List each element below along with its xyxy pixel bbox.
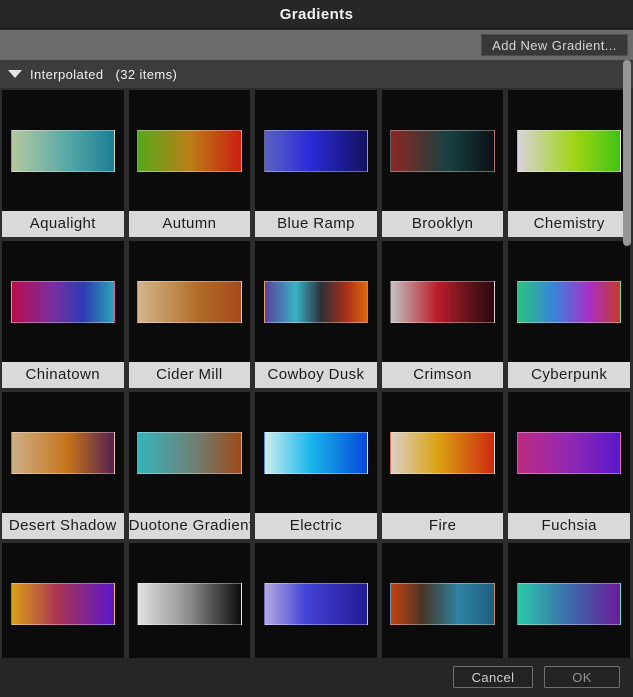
gradient-label: Duotone Gradient <box>129 513 251 539</box>
gradient-cell[interactable]: Cider Mill <box>129 241 251 388</box>
gradient-label: Aqualight <box>2 211 124 237</box>
gradient-swatch[interactable] <box>517 130 622 172</box>
vertical-scrollbar-thumb[interactable] <box>623 60 631 246</box>
gradient-cell[interactable]: Aqualight <box>2 90 124 237</box>
gradient-swatch[interactable] <box>11 281 116 323</box>
gradient-label: Fire <box>382 513 504 539</box>
gradient-cell[interactable]: Autumn <box>129 90 251 237</box>
add-new-gradient-button[interactable]: Add New Gradient... <box>481 34 628 56</box>
gradient-swatch[interactable] <box>264 130 369 172</box>
gradient-swatch[interactable] <box>11 130 116 172</box>
gradient-cell[interactable] <box>255 543 377 658</box>
gradient-label: Desert Shadow <box>2 513 124 539</box>
gradient-cell[interactable]: Brooklyn <box>382 90 504 237</box>
gradient-cell[interactable]: Fuchsia <box>508 392 630 539</box>
gradient-swatch[interactable] <box>137 583 242 625</box>
gradient-cell[interactable] <box>129 543 251 658</box>
gradient-cell[interactable]: Chinatown <box>2 241 124 388</box>
gradient-swatch[interactable] <box>11 432 116 474</box>
gradient-cell[interactable]: Cyberpunk <box>508 241 630 388</box>
gradient-cell[interactable]: Electric <box>255 392 377 539</box>
gradient-cell[interactable]: Chemistry <box>508 90 630 237</box>
gradient-label: Electric <box>255 513 377 539</box>
section-header-interpolated[interactable]: Interpolated (32 items) <box>0 60 633 88</box>
gradient-cell[interactable]: Desert Shadow <box>2 392 124 539</box>
gradients-dialog: Gradients Add New Gradient... Interpolat… <box>0 0 633 697</box>
gradient-label: Fuchsia <box>508 513 630 539</box>
gradient-cell[interactable] <box>508 543 630 658</box>
gradient-cell[interactable] <box>382 543 504 658</box>
cancel-label: Cancel <box>472 670 515 685</box>
gradient-label: Crimson <box>382 362 504 388</box>
gradient-swatch[interactable] <box>390 281 495 323</box>
gradient-cell[interactable]: Fire <box>382 392 504 539</box>
gradient-swatch[interactable] <box>390 583 495 625</box>
ok-button[interactable]: OK <box>544 666 620 688</box>
section-title: Interpolated <box>30 67 103 82</box>
gradient-label: Autumn <box>129 211 251 237</box>
gradient-swatch[interactable] <box>264 583 369 625</box>
disclosure-triangle-icon[interactable] <box>8 70 22 78</box>
add-new-gradient-label: Add New Gradient... <box>492 38 617 53</box>
gradient-swatch[interactable] <box>517 281 622 323</box>
gradient-swatch[interactable] <box>137 281 242 323</box>
gradient-swatch[interactable] <box>11 583 116 625</box>
gradient-label: Cowboy Dusk <box>255 362 377 388</box>
dialog-titlebar: Gradients <box>0 0 633 29</box>
gradient-label: Cider Mill <box>129 362 251 388</box>
gradient-label: Chinatown <box>2 362 124 388</box>
gradient-cell[interactable]: Duotone Gradient <box>129 392 251 539</box>
dialog-footer: Cancel OK <box>0 658 633 697</box>
gradient-swatch[interactable] <box>517 583 622 625</box>
cancel-button[interactable]: Cancel <box>453 666 533 688</box>
gradient-swatch[interactable] <box>264 432 369 474</box>
gradient-label: Chemistry <box>508 211 630 237</box>
gradient-label: Cyberpunk <box>508 362 630 388</box>
section-item-count: (32 items) <box>115 67 177 82</box>
gradient-cell[interactable]: Crimson <box>382 241 504 388</box>
gradient-swatch[interactable] <box>137 432 242 474</box>
gradient-cell[interactable] <box>2 543 124 658</box>
gradient-swatch[interactable] <box>137 130 242 172</box>
gradient-cell[interactable]: Cowboy Dusk <box>255 241 377 388</box>
gradient-swatch[interactable] <box>390 130 495 172</box>
gradient-swatch[interactable] <box>390 432 495 474</box>
toolbar: Add New Gradient... <box>0 30 633 60</box>
gradient-grid: AqualightAutumnBlue RampBrooklynChemistr… <box>0 88 633 658</box>
gradient-label: Brooklyn <box>382 211 504 237</box>
gradient-label: Blue Ramp <box>255 211 377 237</box>
dialog-title: Gradients <box>280 6 354 23</box>
gradient-swatch[interactable] <box>264 281 369 323</box>
gradient-cell[interactable]: Blue Ramp <box>255 90 377 237</box>
gradient-scroll-area: AqualightAutumnBlue RampBrooklynChemistr… <box>0 88 633 658</box>
ok-label: OK <box>572 670 592 685</box>
gradient-swatch[interactable] <box>517 432 622 474</box>
